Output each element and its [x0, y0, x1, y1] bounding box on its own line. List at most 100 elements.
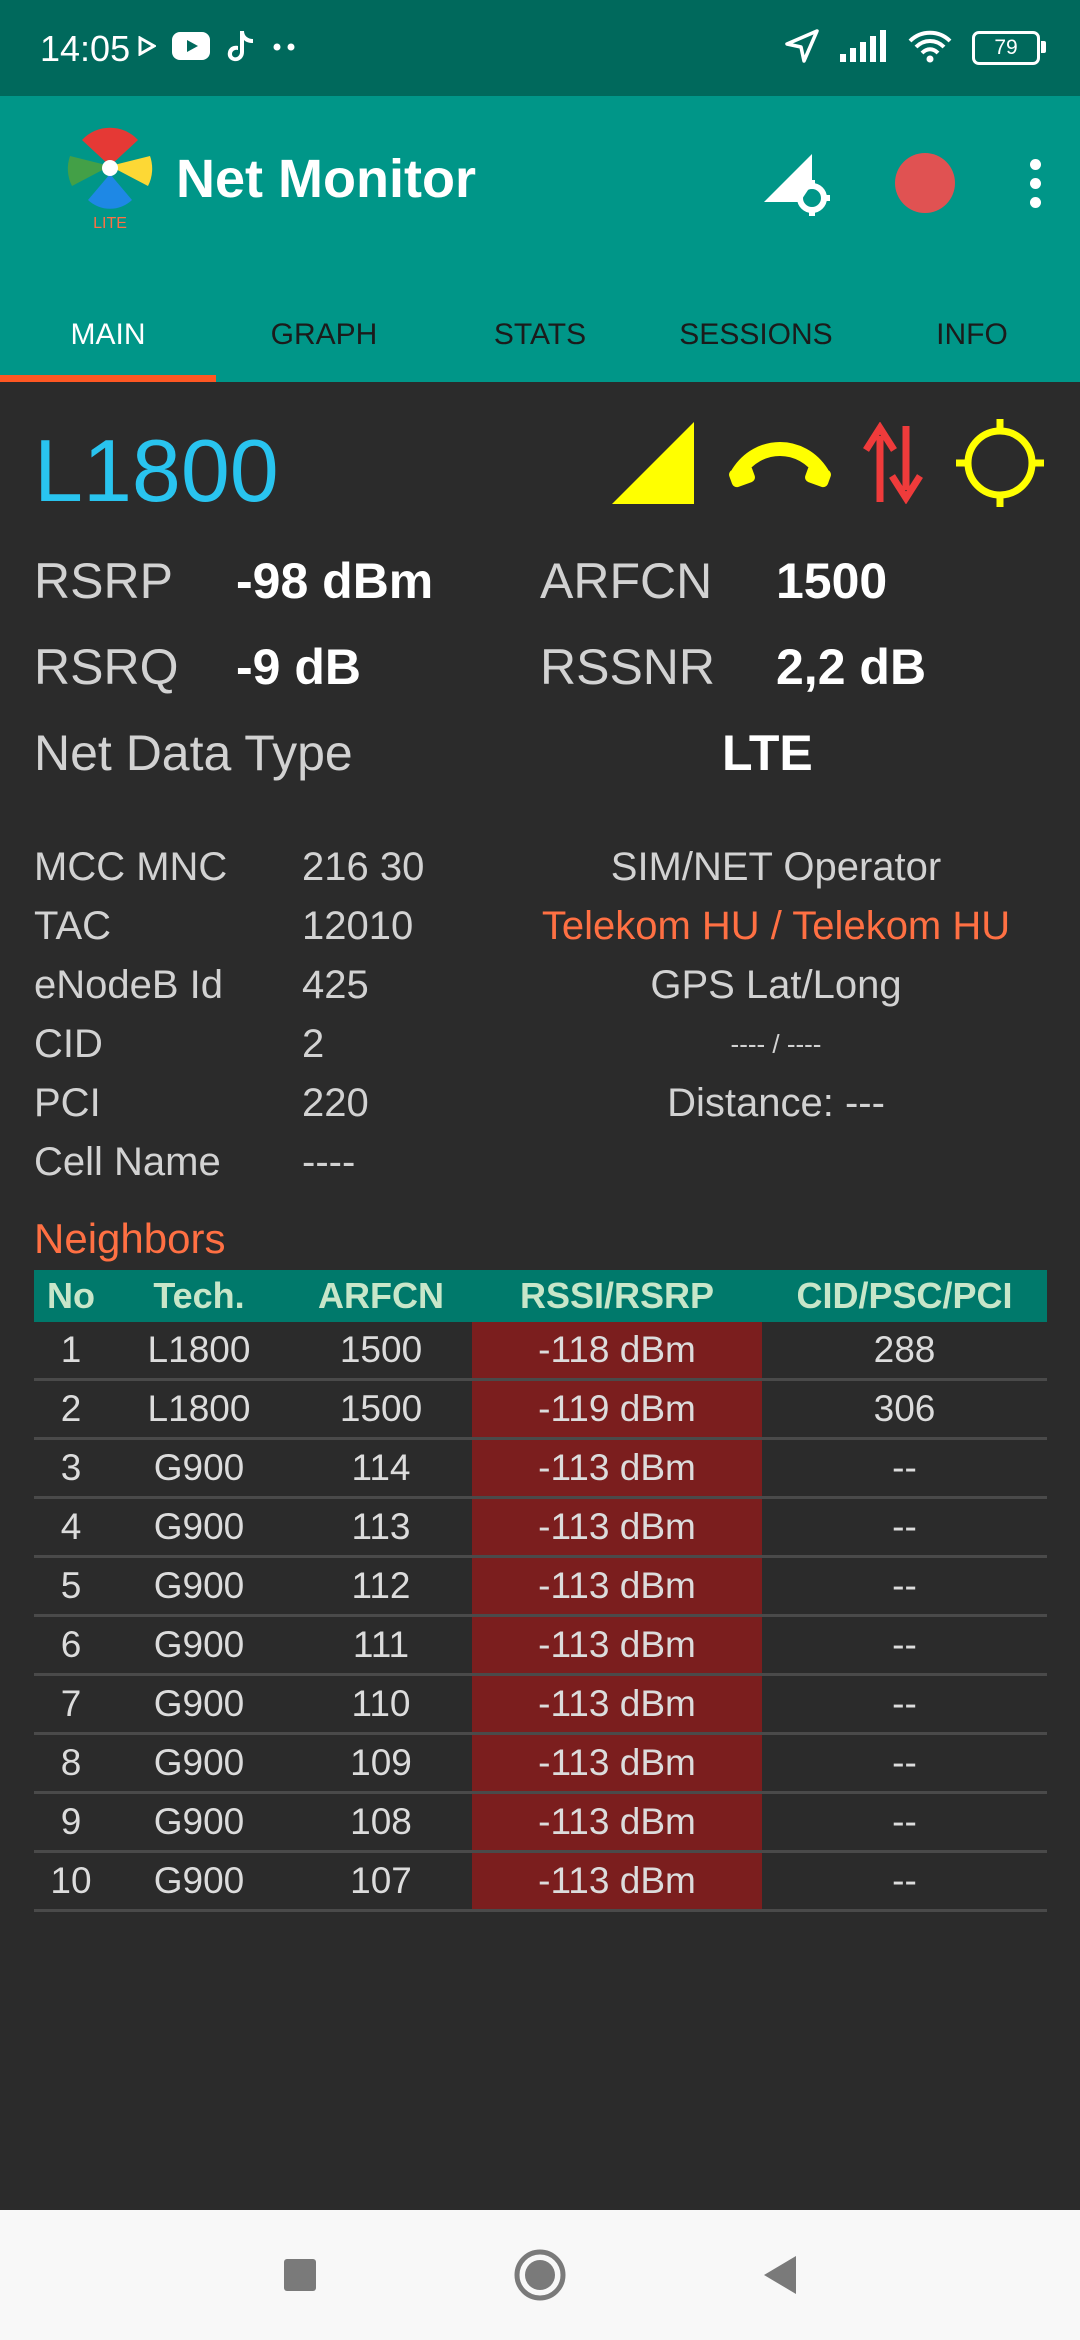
- col-tech: Tech.: [108, 1270, 290, 1322]
- gps-target-icon: [954, 417, 1046, 514]
- row-cid: --: [762, 1438, 1047, 1499]
- rsrq-value-wrap: -9 dB: [236, 638, 361, 696]
- row-tech: G900: [108, 1497, 290, 1558]
- call-icon: [728, 433, 832, 498]
- cell-info-labels: MCC MNC TAC eNodeB Id CID PCI Cell Name: [34, 838, 227, 1192]
- cid-label: CID: [34, 1022, 103, 1066]
- row-rssi: -113 dBm: [472, 1556, 762, 1617]
- row-no: 4: [34, 1497, 108, 1558]
- col-no: No: [34, 1270, 108, 1322]
- battery-icon: 79: [972, 31, 1046, 65]
- rsrp-value-wrap: -98 dBm: [236, 552, 433, 610]
- rsrq-value: -9 dB: [236, 639, 361, 695]
- tab-sessions[interactable]: SESSIONS: [648, 288, 864, 382]
- row-rssi: -113 dBm: [472, 1792, 762, 1853]
- table-row: 10 G900 107 -113 dBm --: [34, 1851, 1047, 1912]
- tac-label: TAC: [34, 904, 112, 948]
- tab-main[interactable]: MAIN: [0, 288, 216, 382]
- row-cid: --: [762, 1792, 1047, 1853]
- row-rssi: -113 dBm: [472, 1733, 762, 1794]
- mcc-mnc-value: 216 30: [302, 845, 425, 889]
- rsrq-metric: RSRQ: [34, 638, 178, 696]
- pci-value: 220: [302, 1081, 369, 1125]
- arfcn-value-wrap: 1500: [776, 552, 887, 610]
- col-cid-psc-pci: CID/PSC/PCI: [762, 1270, 1047, 1322]
- row-cid: --: [762, 1733, 1047, 1794]
- table-row: 6 G900 111 -113 dBm --: [34, 1615, 1047, 1676]
- row-rssi: -113 dBm: [472, 1497, 762, 1558]
- rsrp-metric: RSRP: [34, 552, 173, 610]
- signal-bars-icon: [840, 29, 888, 67]
- rssnr-metric: RSSNR: [540, 638, 715, 696]
- row-arfcn: 111: [290, 1615, 472, 1676]
- recents-square-icon: [284, 2259, 316, 2291]
- neighbors-table: No Tech. ARFCN RSSI/RSRP CID/PSC/PCI 1 L…: [34, 1270, 1047, 1912]
- enodeb-id-value: 425: [302, 963, 369, 1007]
- row-arfcn: 1500: [290, 1322, 472, 1381]
- signal-settings-button[interactable]: [730, 128, 860, 238]
- net-data-type-label: Net Data Type: [34, 725, 353, 781]
- status-bar: 14:05 79: [0, 0, 1080, 96]
- mcc-mnc-label: MCC MNC: [34, 845, 228, 889]
- cid-value: 2: [302, 1022, 325, 1066]
- tab-info[interactable]: INFO: [864, 288, 1080, 382]
- app-title: Net Monitor: [176, 149, 476, 209]
- row-no: 7: [34, 1674, 108, 1735]
- row-tech: L1800: [108, 1322, 290, 1381]
- table-row: 3 G900 114 -113 dBm --: [34, 1438, 1047, 1499]
- row-tech: G900: [108, 1615, 290, 1676]
- rssnr-value: 2,2 dB: [776, 639, 927, 695]
- row-cid: --: [762, 1497, 1047, 1558]
- row-cid: 288: [762, 1322, 1047, 1381]
- app-bar: LITE Net Monitor MAIN GRAPH STATS SESSIO…: [0, 96, 1080, 382]
- tech-band-label: L1800: [34, 421, 279, 520]
- signal-strength-icon: [608, 418, 698, 513]
- status-time: 14:05: [40, 28, 131, 69]
- rssnr-value-wrap: 2,2 dB: [776, 638, 926, 696]
- row-rssi: -113 dBm: [472, 1615, 762, 1676]
- table-row: 2 L1800 1500 -119 dBm 306: [34, 1379, 1047, 1440]
- tab-bar: MAIN GRAPH STATS SESSIONS INFO: [0, 288, 1080, 382]
- row-rssi: -113 dBm: [472, 1438, 762, 1499]
- row-arfcn: 107: [290, 1851, 472, 1912]
- neighbors-title: Neighbors: [34, 1215, 226, 1262]
- row-arfcn: 109: [290, 1733, 472, 1794]
- row-arfcn: 114: [290, 1438, 472, 1499]
- location-arrow-icon: [784, 28, 820, 69]
- row-tech: G900: [108, 1438, 290, 1499]
- table-row: 8 G900 109 -113 dBm --: [34, 1733, 1047, 1794]
- row-arfcn: 110: [290, 1674, 472, 1735]
- table-row: 7 G900 110 -113 dBm --: [34, 1674, 1047, 1735]
- table-row: 5 G900 112 -113 dBm --: [34, 1556, 1047, 1617]
- recents-button[interactable]: [265, 2240, 335, 2310]
- row-cid: --: [762, 1556, 1047, 1617]
- row-rssi: -118 dBm: [472, 1322, 762, 1381]
- row-arfcn: 113: [290, 1497, 472, 1558]
- net-data-type-value-wrap: LTE: [722, 724, 813, 782]
- system-nav-bar: [0, 2210, 1080, 2340]
- more-vert-icon: [1029, 158, 1041, 208]
- row-no: 5: [34, 1556, 108, 1617]
- arfcn-label: ARFCN: [540, 553, 713, 609]
- table-row: 1 L1800 1500 -118 dBm 288: [34, 1322, 1047, 1381]
- operator-value: Telekom HU / Telekom HU: [541, 904, 1011, 948]
- row-tech: G900: [108, 1792, 290, 1853]
- back-button[interactable]: [745, 2240, 815, 2310]
- app-logo-icon: LITE: [62, 126, 158, 236]
- tab-stats[interactable]: STATS: [432, 288, 648, 382]
- home-button[interactable]: [505, 2240, 575, 2310]
- row-tech: G900: [108, 1674, 290, 1735]
- record-button[interactable]: [860, 128, 990, 238]
- row-cid: --: [762, 1615, 1047, 1676]
- rsrp-value: -98 dBm: [236, 553, 434, 609]
- wifi-icon: [908, 29, 952, 68]
- cell-name-value: ----: [302, 1140, 356, 1184]
- tab-graph[interactable]: GRAPH: [216, 288, 432, 382]
- operator-info: SIM/NET Operator Telekom HU / Telekom HU…: [500, 838, 1052, 1133]
- overflow-menu-button[interactable]: [990, 128, 1080, 238]
- col-arfcn: ARFCN: [290, 1270, 472, 1322]
- row-arfcn: 108: [290, 1792, 472, 1853]
- row-no: 6: [34, 1615, 108, 1676]
- play-arrow-icon: [138, 34, 158, 61]
- distance-label: Distance: ---: [667, 1081, 885, 1125]
